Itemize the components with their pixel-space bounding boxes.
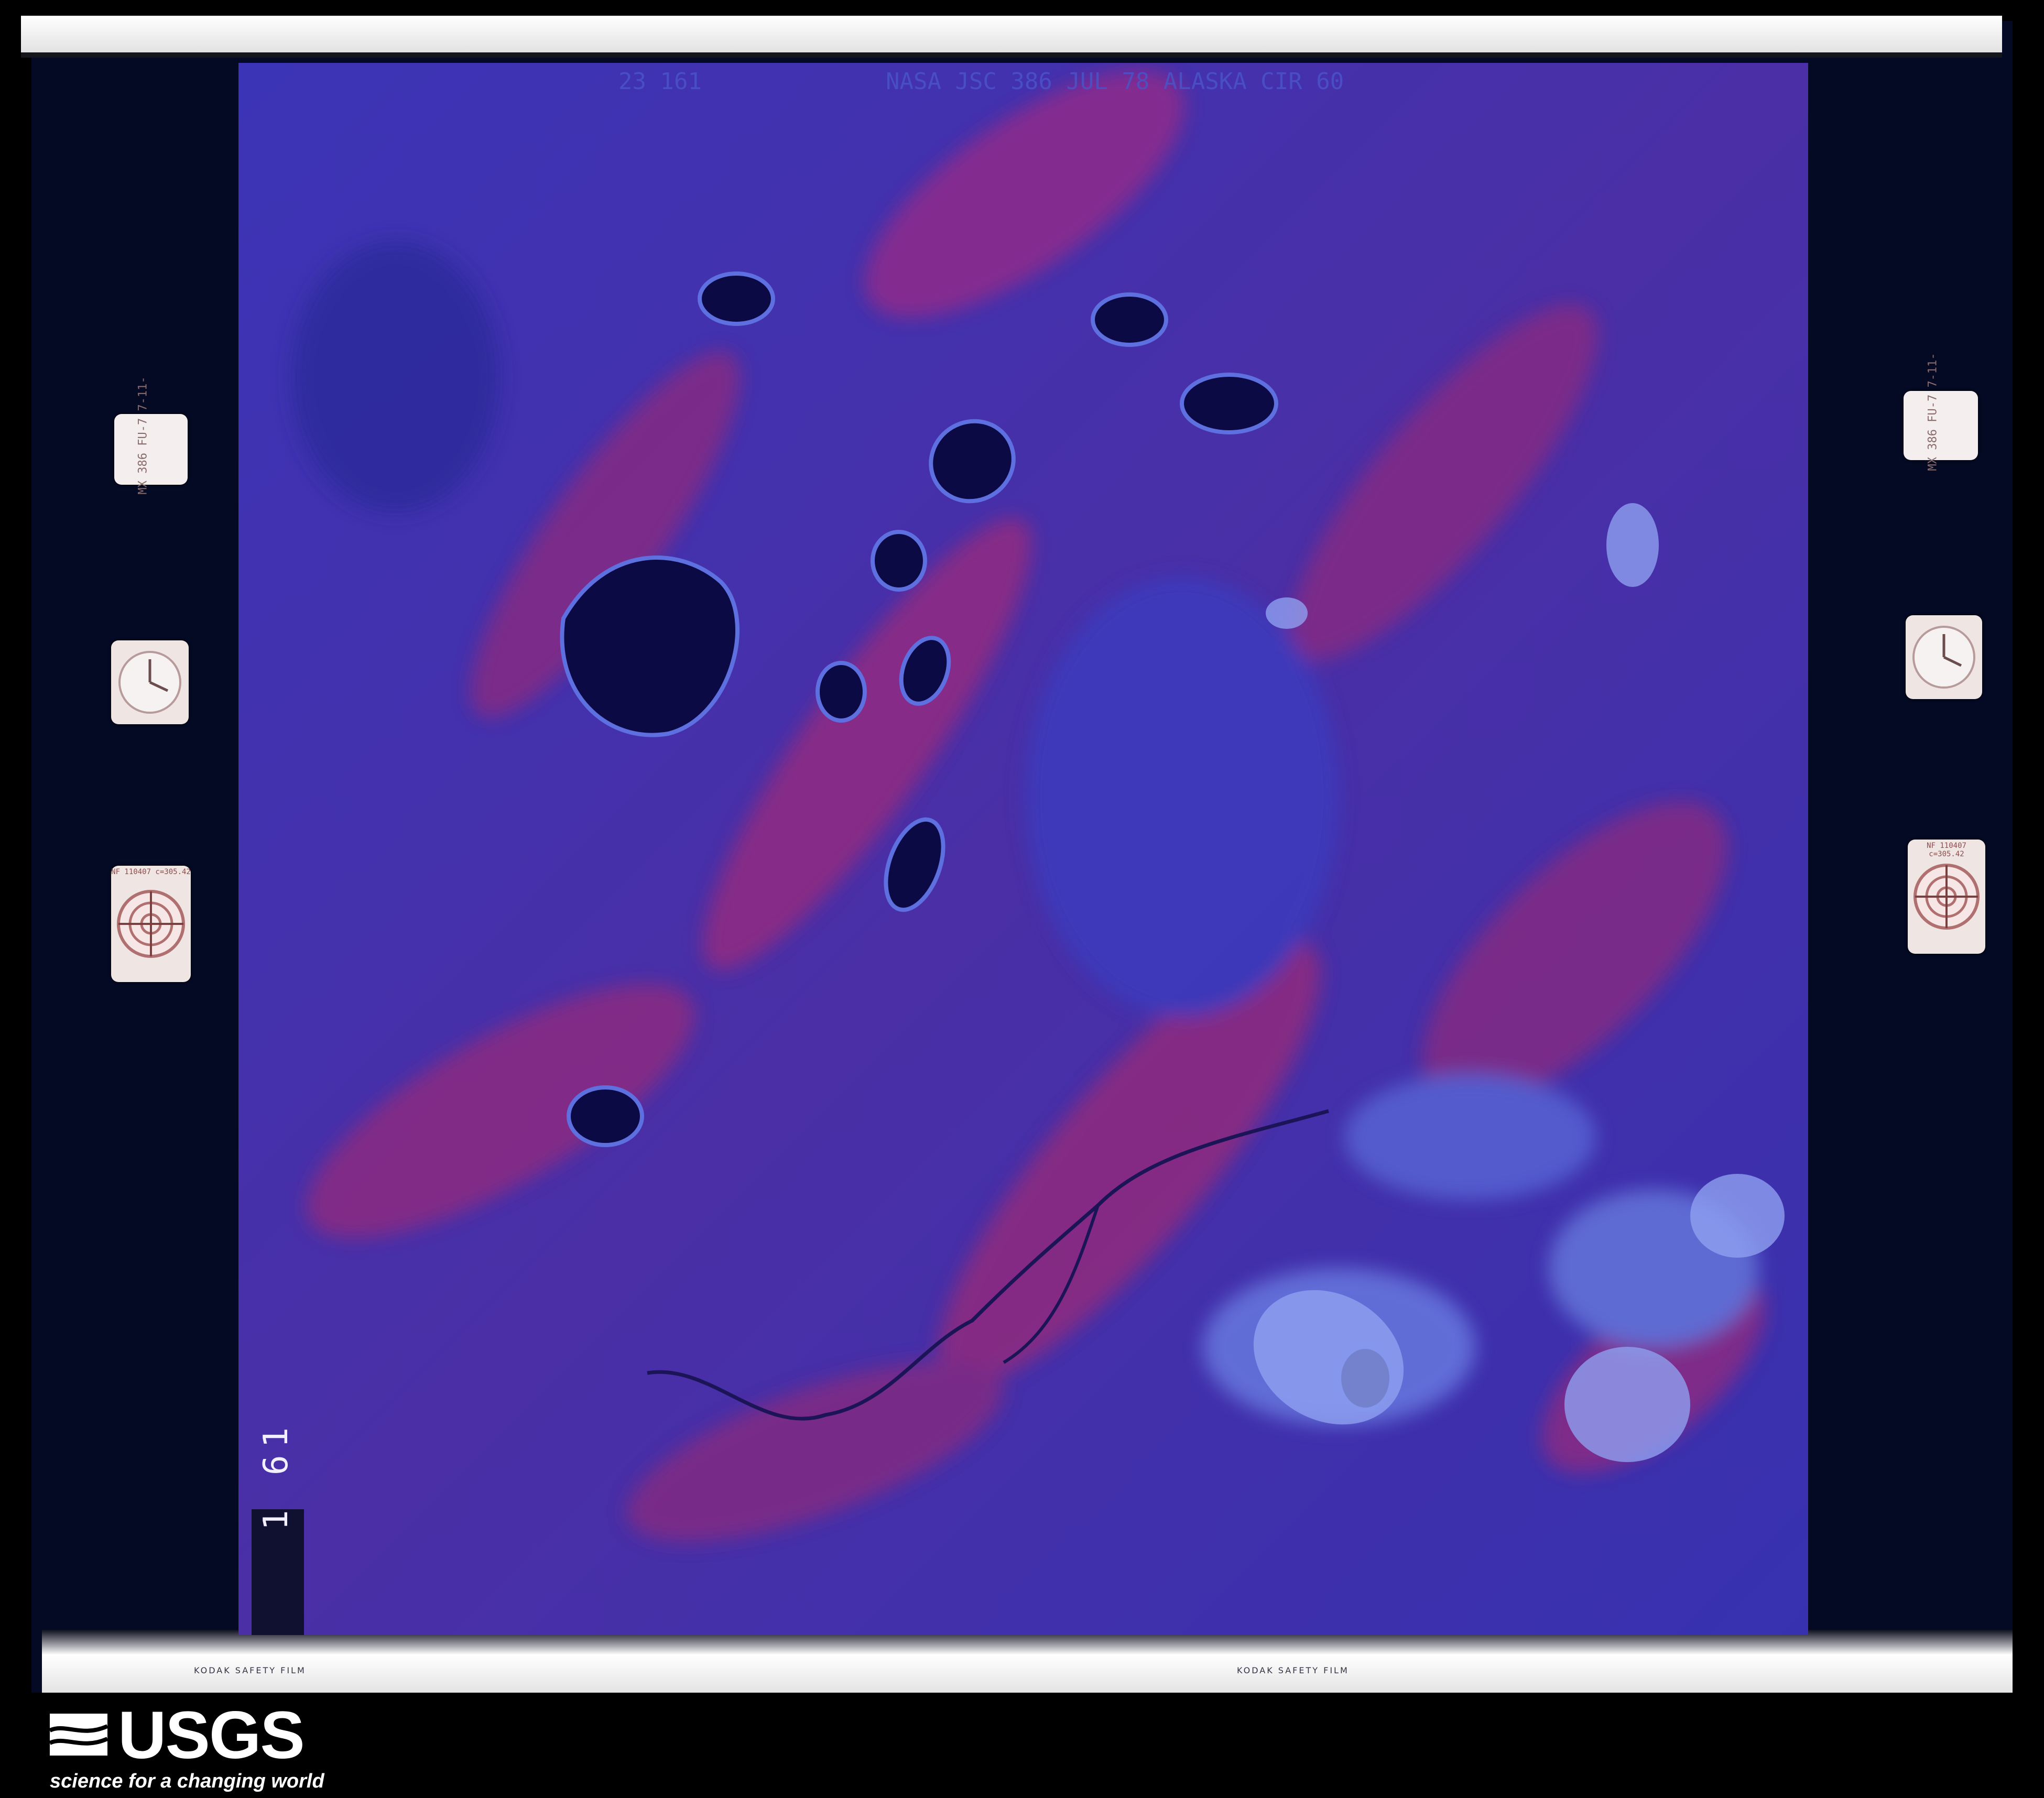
- fiducial-note-text: MX 386 FU-7 7-11-: [1926, 353, 1940, 471]
- film-edge-bottom: [42, 1630, 2013, 1693]
- aerial-terrain-image: [238, 63, 1808, 1635]
- fiducial-note-right: MX 386 FU-7 7-11-: [1904, 353, 1978, 471]
- usgs-logo-text: USGS: [118, 1698, 305, 1773]
- fiducial-note-text: MX 386 FU-7 7-11-: [136, 376, 150, 495]
- clock-icon: [1906, 615, 1982, 699]
- film-edge-top: [21, 16, 2002, 58]
- frame-number: 1 61: [257, 1420, 296, 1530]
- frame-id-label: 23 161: [618, 68, 702, 95]
- lens-calibration-text: NF 110407 c=305.42: [111, 868, 191, 876]
- film-edge-label: KODAK SAFETY FILM: [1237, 1665, 1349, 1675]
- fiducial-note-left: MX 386 FU-7 7-11-: [114, 376, 188, 495]
- clock-icon: [111, 640, 189, 724]
- usgs-tagline: science for a changing world: [50, 1770, 324, 1792]
- lens-calibration-text: NF 110407 c=305.42: [1927, 842, 1966, 858]
- mission-label: NASA JSC 386 JUL 78 ALASKA CIR 60: [886, 68, 1344, 95]
- crosshair-icon: NF 110407 c=305.42: [111, 866, 191, 982]
- film-edge-label: KODAK SAFETY FILM: [194, 1665, 306, 1675]
- aerial-photo: [238, 63, 1808, 1635]
- crosshair-icon: NF 110407 c=305.42: [1908, 840, 1985, 954]
